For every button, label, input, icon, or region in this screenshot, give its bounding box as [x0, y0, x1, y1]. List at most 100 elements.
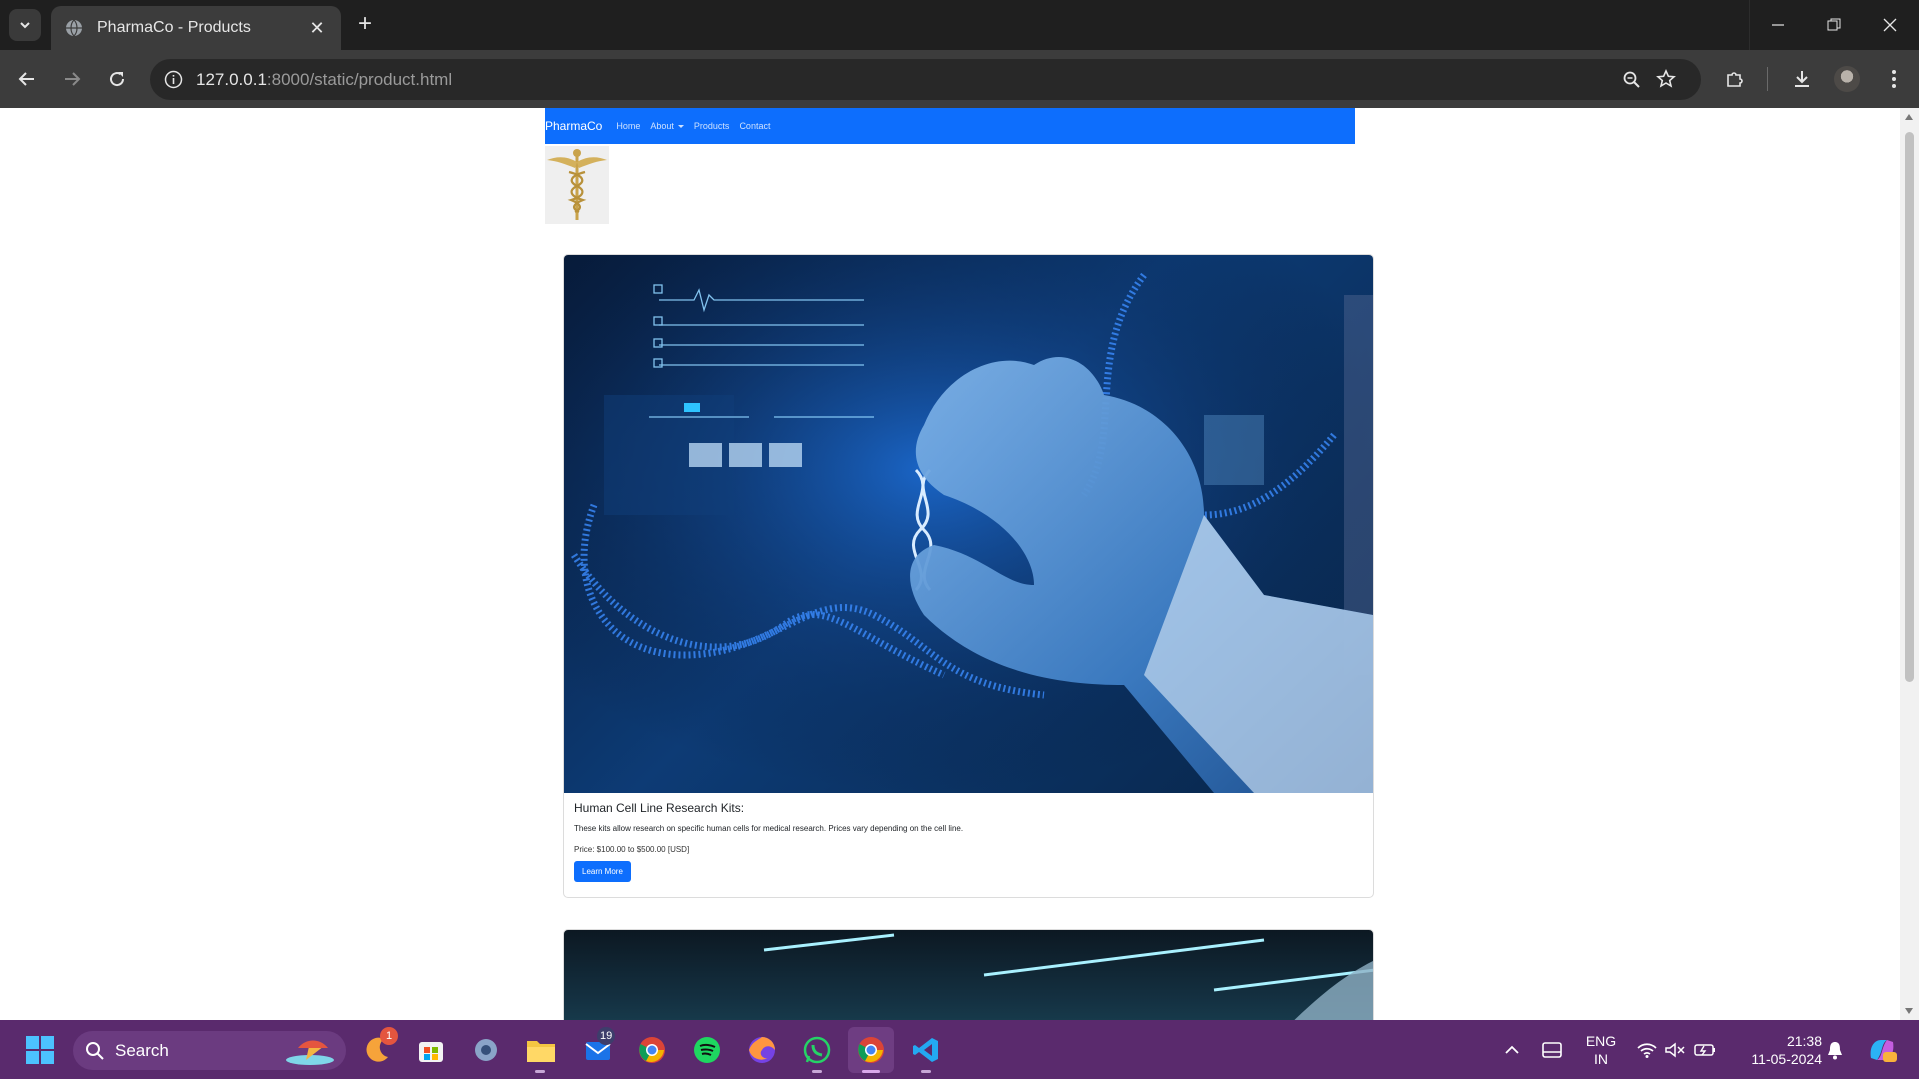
downloads-button[interactable]	[1786, 63, 1818, 95]
scroll-down-icon[interactable]	[1905, 1008, 1913, 1014]
close-window-button[interactable]	[1862, 0, 1918, 50]
notifications-button[interactable]	[1820, 1033, 1850, 1067]
start-button[interactable]	[23, 1033, 57, 1067]
site-info-icon[interactable]	[164, 70, 183, 89]
gear-icon	[475, 1039, 497, 1061]
windows-logo-icon	[26, 1036, 54, 1064]
navbar-brand[interactable]: PharmaCo	[545, 119, 602, 133]
address-bar[interactable]: 127.0.0.1:8000/static/product.html	[150, 59, 1701, 100]
taskbar-settings[interactable]	[469, 1033, 503, 1067]
widgets-button[interactable]: 1	[360, 1027, 398, 1067]
product-card-body: Human Cell Line Research Kits: These kit…	[574, 801, 1364, 882]
download-icon	[1795, 71, 1809, 87]
folder-icon	[527, 1041, 555, 1062]
region-code: IN	[1594, 1051, 1608, 1067]
taskbar-chrome[interactable]	[635, 1033, 669, 1067]
browser-tab-active[interactable]: PharmaCo - Products ✕	[51, 6, 341, 50]
close-tab-icon[interactable]: ✕	[307, 18, 327, 39]
product-title: Human Cell Line Research Kits:	[574, 801, 745, 815]
nav-home[interactable]: Home	[616, 121, 640, 131]
firefox-icon	[749, 1037, 775, 1063]
language-indicator[interactable]: ENG IN	[1578, 1032, 1624, 1068]
nav-about-dropdown[interactable]: About	[650, 121, 684, 131]
tab-title: PharmaCo - Products	[97, 19, 251, 36]
chevron-down-icon	[20, 22, 30, 29]
learn-more-button[interactable]: Learn More	[574, 861, 631, 882]
search-icon	[86, 1041, 104, 1060]
explorer-running-indicator	[535, 1070, 545, 1073]
back-button[interactable]	[11, 63, 43, 95]
taskbar-app-store[interactable]	[414, 1033, 448, 1067]
caret-down-icon	[677, 124, 684, 128]
whatsapp-icon	[803, 1036, 831, 1064]
copilot-icon	[1870, 1040, 1897, 1062]
search-highlight-icon	[286, 1040, 334, 1065]
tray-wifi[interactable]	[1632, 1033, 1662, 1067]
more-vert-icon	[1892, 70, 1896, 88]
url-text[interactable]: 127.0.0.1:8000/static/product.html	[196, 70, 452, 90]
nav-contact[interactable]: Contact	[739, 121, 770, 131]
page-viewport: PharmaCo Home About Products Contact Hum…	[0, 108, 1919, 1020]
wifi-icon	[1637, 1043, 1657, 1058]
bookmark-star-icon[interactable]	[1656, 69, 1676, 89]
clock-date: 11-05-2024	[1751, 1051, 1822, 1067]
widgets-badge: 1	[380, 1027, 398, 1045]
chevron-up-icon	[1505, 1045, 1519, 1054]
site-navbar: PharmaCo Home About Products Contact	[545, 108, 1355, 144]
scrollbar-thumb[interactable]	[1905, 132, 1914, 682]
taskbar-chrome-active[interactable]	[854, 1033, 888, 1067]
url-host: 127.0.0.1	[196, 70, 267, 89]
forward-button[interactable]	[56, 63, 88, 95]
dna-research-illustration	[564, 255, 1373, 793]
product-description: These kits allow research on specific hu…	[574, 824, 964, 833]
reload-icon	[110, 72, 125, 87]
taskbar-vscode[interactable]	[909, 1033, 943, 1067]
profile-avatar[interactable]	[1834, 66, 1860, 92]
reload-button[interactable]	[101, 63, 133, 95]
show-hidden-icons[interactable]	[1496, 1033, 1528, 1067]
tray-volume[interactable]	[1660, 1033, 1690, 1067]
taskbar-whatsapp[interactable]	[800, 1033, 834, 1067]
zoom-icon[interactable]	[1622, 70, 1641, 89]
product-image	[564, 255, 1373, 793]
bell-icon	[1828, 1042, 1842, 1060]
extensions-button[interactable]	[1719, 63, 1751, 95]
product-card: Human Cell Line Research Kits: These kit…	[563, 254, 1374, 898]
taskbar-firefox[interactable]	[745, 1033, 779, 1067]
arrow-left-icon	[18, 72, 34, 86]
taskbar-mail[interactable]: 19	[581, 1027, 616, 1067]
store-icon	[419, 1042, 443, 1062]
page-scrollbar[interactable]	[1900, 108, 1919, 1020]
clock-time: 21:38	[1786, 1033, 1822, 1049]
taskbar-search[interactable]: Search	[73, 1031, 346, 1070]
taskbar-search-label: Search	[115, 1040, 169, 1060]
battery-charging-icon	[1694, 1044, 1715, 1056]
language-code: ENG	[1585, 1033, 1617, 1049]
clock[interactable]: 21:38 11-05-2024	[1732, 1032, 1822, 1068]
browser-menu-button[interactable]	[1878, 63, 1910, 95]
new-tab-button[interactable]: +	[352, 11, 378, 37]
tablet-icon	[1542, 1042, 1562, 1058]
toolbar-divider	[1767, 67, 1768, 91]
copilot-button[interactable]	[1862, 1033, 1902, 1067]
tray-display[interactable]	[1536, 1033, 1568, 1067]
globe-icon	[66, 19, 82, 37]
mail-badge: 19	[597, 1027, 616, 1045]
minimize-button[interactable]	[1750, 0, 1806, 50]
tray-battery[interactable]	[1690, 1033, 1720, 1067]
spotify-icon	[694, 1037, 720, 1063]
taskbar-file-explorer[interactable]	[524, 1033, 558, 1067]
vscode-icon	[913, 1038, 938, 1062]
tab-search-button[interactable]	[9, 9, 41, 41]
url-path: :8000/static/product.html	[266, 70, 453, 89]
caduceus-icon	[547, 149, 607, 220]
chrome-active-indicator	[862, 1070, 880, 1073]
product-image-next	[763, 933, 1373, 1020]
nav-about-label: About	[650, 121, 674, 131]
volume-muted-icon	[1665, 1042, 1685, 1058]
product-card-next	[563, 929, 1374, 1020]
scroll-up-icon[interactable]	[1905, 114, 1913, 120]
nav-products[interactable]: Products	[694, 121, 730, 131]
taskbar-spotify[interactable]	[690, 1033, 724, 1067]
restore-button[interactable]	[1806, 0, 1862, 50]
